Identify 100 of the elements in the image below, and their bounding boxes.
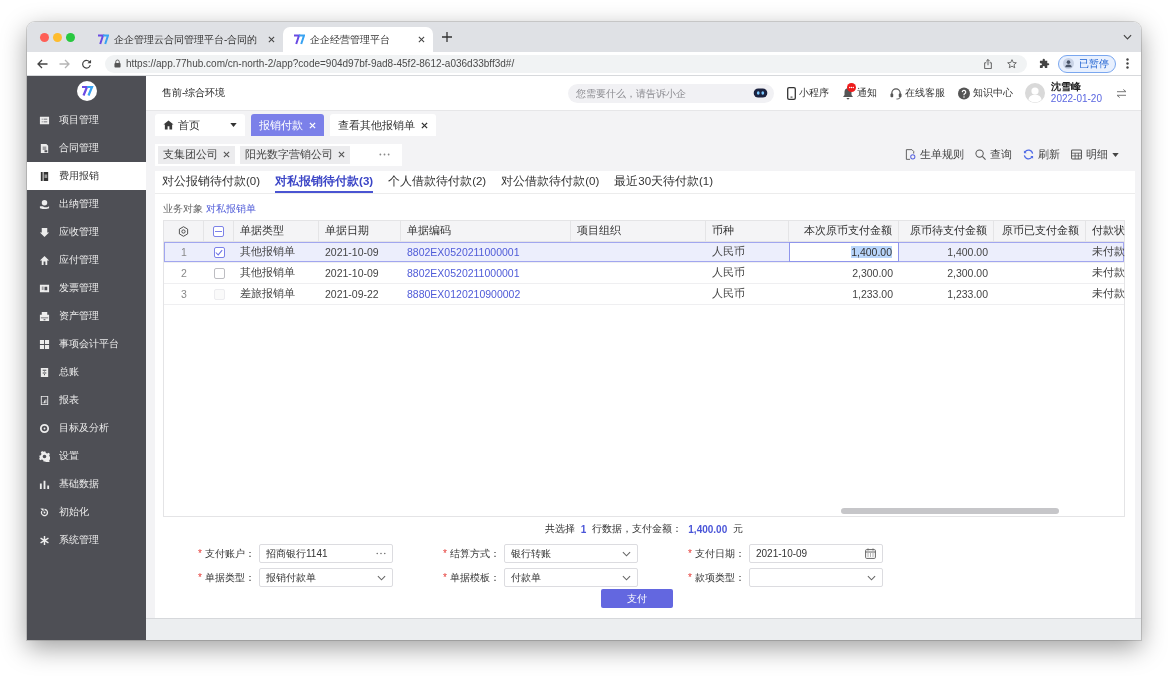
- star-icon[interactable]: [1007, 58, 1017, 69]
- sidebar-item[interactable]: 应付管理: [27, 246, 146, 274]
- calendar-icon[interactable]: [865, 548, 876, 559]
- new-tab-icon[interactable]: [442, 32, 453, 42]
- sidebar-item[interactable]: 项目管理: [27, 106, 146, 134]
- select-field[interactable]: [749, 568, 883, 587]
- sidebar-item[interactable]: 合同管理: [27, 134, 146, 162]
- subtab[interactable]: 对公报销待付款(0): [162, 171, 261, 193]
- required-mark: *: [688, 548, 692, 559]
- more-icon[interactable]: [379, 153, 390, 156]
- chevron-down-icon[interactable]: [377, 574, 386, 581]
- pay-button[interactable]: 支付: [601, 589, 673, 608]
- toolbar-button[interactable]: 刷新: [1023, 147, 1060, 162]
- puzzle-icon[interactable]: [1039, 58, 1050, 69]
- select-all-checkbox[interactable]: [213, 225, 224, 237]
- row-number: 2: [180, 266, 188, 281]
- sidebar-item[interactable]: 设置: [27, 442, 146, 470]
- close-icon[interactable]: [418, 36, 426, 43]
- close-icon[interactable]: [338, 151, 345, 158]
- browser-tab[interactable]: 企企管理云合同管理平台-合同的: [87, 27, 284, 52]
- sidebar-item[interactable]: 资产管理: [27, 302, 146, 330]
- sidebar-item[interactable]: 出纳管理: [27, 190, 146, 218]
- chevron-down-icon[interactable]: [1123, 34, 1132, 40]
- url-field[interactable]: https://app.77hub.com/cn-north-2/app?code=904d97bf-9ad8-45f2-8612-a036d33bff3d#/: [105, 54, 1027, 73]
- select-field[interactable]: 银行转账: [504, 544, 638, 563]
- robot-icon[interactable]: [752, 88, 768, 98]
- sidebar-item[interactable]: 目标及分析: [27, 414, 146, 442]
- row-checkbox[interactable]: [213, 246, 225, 258]
- more-icon[interactable]: [376, 552, 386, 555]
- toolbar-button[interactable]: 生单规则: [905, 147, 964, 162]
- table-cell-text: 2021-10-09: [324, 245, 380, 260]
- required-mark: *: [688, 572, 692, 583]
- close-window-icon[interactable]: [40, 32, 49, 42]
- logo-icon[interactable]: [76, 81, 97, 101]
- back-icon[interactable]: [37, 58, 48, 69]
- sidebar-item[interactable]: 事项会计平台: [27, 330, 146, 358]
- scrollbar-thumb[interactable]: [841, 508, 1059, 514]
- reload-icon[interactable]: [81, 58, 92, 69]
- toolbar-button[interactable]: 查询: [975, 147, 1012, 162]
- close-icon[interactable]: [421, 121, 428, 129]
- sidebar-item[interactable]: 应收管理: [27, 218, 146, 246]
- sidebar-item[interactable]: 费用报销: [27, 162, 146, 190]
- header-button[interactable]: 在线客服: [889, 86, 945, 100]
- document-link[interactable]: 8802EX0520211000001: [401, 242, 571, 262]
- sidebar-item[interactable]: 报表: [27, 386, 146, 414]
- table-row[interactable]: 1 其他报销单 2021-10-09 8802EX0520211000001 人民币 1,400.00 1,400.00 未付款: [164, 242, 1124, 263]
- header-button[interactable]: 小程序: [786, 86, 829, 100]
- chart-document-icon: [39, 394, 50, 406]
- person-icon: [1063, 58, 1074, 69]
- chevron-down-icon[interactable]: [867, 574, 876, 581]
- sidebar-item[interactable]: 初始化: [27, 498, 146, 526]
- table-cell-text: 人民币: [711, 244, 746, 259]
- toolbar-button[interactable]: 明细: [1071, 147, 1119, 162]
- table-cell-text: 1,400.00: [946, 245, 989, 260]
- close-icon[interactable]: [223, 151, 230, 158]
- chevron-down-icon[interactable]: [622, 550, 631, 557]
- company-tag[interactable]: 支集团公司: [158, 145, 235, 164]
- header-button[interactable]: 知识中心: [957, 86, 1013, 100]
- sidebar-item[interactable]: 系统管理: [27, 526, 146, 554]
- page-tab[interactable]: 查看其他报销单: [330, 114, 436, 136]
- gear-icon: [39, 450, 50, 462]
- select-field[interactable]: 付款单: [504, 568, 638, 587]
- business-object-link[interactable]: 对私报销单: [206, 202, 256, 216]
- swap-icon[interactable]: [1116, 88, 1127, 98]
- subtab[interactable]: 最近30天待付款(1): [614, 171, 714, 193]
- column-header: 付款状: [1091, 223, 1124, 238]
- environment-label: 售前-综合环境: [162, 86, 226, 100]
- search-field[interactable]: 您需要什么，请告诉小企: [567, 83, 774, 103]
- sidebar-item[interactable]: 基础数据: [27, 470, 146, 498]
- menu-icon[interactable]: [1126, 58, 1129, 69]
- row-number: 3: [180, 287, 188, 302]
- subtab[interactable]: 个人借款待付款(2): [388, 171, 487, 193]
- caret-down-icon[interactable]: [230, 123, 237, 127]
- settings-icon[interactable]: [178, 225, 189, 237]
- company-tag[interactable]: 阳光数字营销公司: [240, 145, 350, 164]
- user-date: 2022-01-20: [1050, 93, 1102, 105]
- lookup-field[interactable]: 招商银行1141: [259, 544, 393, 563]
- required-mark: *: [443, 572, 447, 583]
- document-link[interactable]: 8802EX0520211000001: [401, 263, 571, 283]
- sidebar-item[interactable]: 总账: [27, 358, 146, 386]
- logo-icon: [97, 34, 109, 45]
- headset-icon: [889, 86, 902, 100]
- table-cell-text: 未付款: [1091, 244, 1124, 259]
- row-checkbox[interactable]: [213, 267, 225, 279]
- header-button[interactable]: 通知: [841, 86, 877, 100]
- table-cell-text: 2,300.00: [851, 266, 894, 281]
- share-icon[interactable]: [983, 58, 993, 69]
- chevron-down-icon[interactable]: [622, 574, 631, 581]
- sidebar-item[interactable]: 发票管理: [27, 274, 146, 302]
- logo-icon: [293, 34, 306, 45]
- profile-button[interactable]: 已暂停: [1058, 54, 1116, 73]
- close-icon[interactable]: [268, 36, 276, 43]
- select-field[interactable]: 报销付款单: [259, 568, 393, 587]
- date-field[interactable]: 2021-10-09: [749, 544, 883, 563]
- subtab[interactable]: 对公借款待付款(0): [501, 171, 600, 193]
- table-row[interactable]: 2 其他报销单 2021-10-09 8802EX0520211000001 人民币 2,300.00 2,300.00 未付款: [164, 263, 1124, 284]
- browser-tab[interactable]: 企企经营管理平台: [283, 27, 434, 52]
- page-tab[interactable]: 首页: [155, 114, 245, 136]
- amount-input[interactable]: 1,400.00: [789, 242, 899, 262]
- table-cell-text: 1,233.00: [946, 287, 989, 302]
